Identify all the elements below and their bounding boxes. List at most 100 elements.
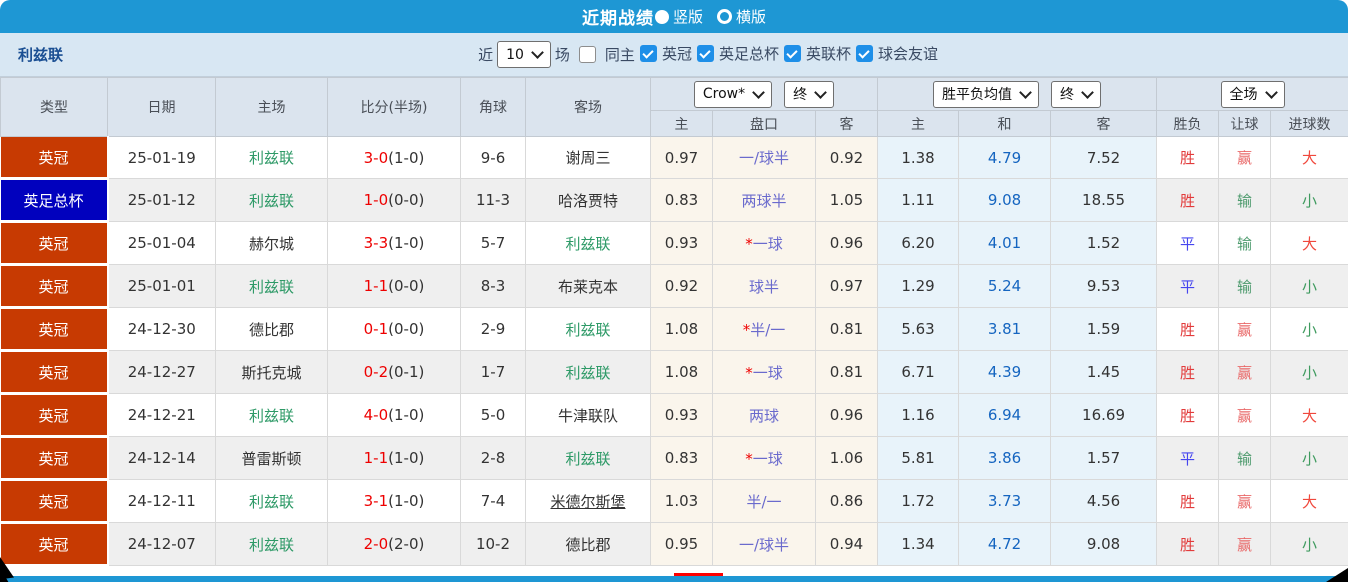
away-team-cell[interactable]: 牛津联队 xyxy=(526,394,651,437)
corners-cell: 1-7 xyxy=(461,351,526,394)
score-cell: 1-1(0-0) xyxy=(328,265,461,308)
goals-result-cell: 大 xyxy=(1271,222,1348,265)
corners-cell: 5-7 xyxy=(461,222,526,265)
handicap-line-cell: 两球 xyxy=(713,394,816,437)
home-team-cell[interactable]: 利兹联 xyxy=(216,394,328,437)
horizontal-layout-radio[interactable] xyxy=(717,9,732,24)
chevron-down-icon xyxy=(1265,86,1278,99)
league-label: 球会友谊 xyxy=(878,43,938,64)
filter-bar: 利兹联 近 10 场 同主 英冠英足总杯英联杯球会友谊 xyxy=(0,33,1348,77)
away-team-cell[interactable]: 德比郡 xyxy=(526,523,651,566)
away-team-cell[interactable]: 利兹联 xyxy=(526,222,651,265)
result-cell: 胜 xyxy=(1157,137,1219,179)
avg-time-select[interactable]: 终 xyxy=(1051,81,1101,108)
avg-home-odds-cell: 1.72 xyxy=(878,480,959,523)
date-cell: 24-12-30 xyxy=(108,308,216,351)
handicap-result-cell: 赢 xyxy=(1219,394,1271,437)
vertical-layout-label[interactable]: 竖版 xyxy=(673,6,703,27)
avg-home-odds-cell: 1.34 xyxy=(878,523,959,566)
corners-cell: 5-0 xyxy=(461,394,526,437)
goals-result-cell: 小 xyxy=(1271,308,1348,351)
league-checkbox[interactable] xyxy=(784,45,801,62)
away-team-cell[interactable]: 利兹联 xyxy=(526,437,651,480)
home-team-cell[interactable]: 利兹联 xyxy=(216,265,328,308)
avg-away-odds-cell: 7.52 xyxy=(1051,137,1157,179)
result-cell: 胜 xyxy=(1157,480,1219,523)
handicap-odds-group-header: Crow* 终 xyxy=(651,78,878,111)
home-team-cell[interactable]: 利兹联 xyxy=(216,137,328,179)
same-home-checkbox[interactable] xyxy=(579,46,596,63)
handicap-odds-away-cell: 0.97 xyxy=(816,265,878,308)
horizontal-layout-label[interactable]: 横版 xyxy=(736,6,766,27)
avg-odds-select[interactable]: 胜平负均值 xyxy=(933,81,1039,108)
match-count-select[interactable]: 10 xyxy=(497,41,551,68)
away-team-cell[interactable]: 利兹联 xyxy=(526,308,651,351)
handicap-result-cell: 赢 xyxy=(1219,308,1271,351)
handicap-result-cell: 赢 xyxy=(1219,137,1271,179)
subheader-odds-home: 主 xyxy=(651,111,713,137)
avg-home-odds-cell: 6.71 xyxy=(878,351,959,394)
col-header-corners: 角球 xyxy=(461,78,526,137)
subheader-odds-away: 客 xyxy=(816,111,878,137)
away-team-cell[interactable]: 米德尔斯堡 xyxy=(526,480,651,523)
score-cell: 3-3(1-0) xyxy=(328,222,461,265)
score-cell: 2-0(2-0) xyxy=(328,523,461,566)
vertical-layout-radio[interactable] xyxy=(655,10,669,24)
handicap-odds-away-cell: 0.96 xyxy=(816,394,878,437)
goals-result-cell: 大 xyxy=(1271,394,1348,437)
home-team-cell[interactable]: 利兹联 xyxy=(216,480,328,523)
avg-odds-group-header: 胜平负均值 终 xyxy=(878,78,1157,111)
home-team-cell[interactable]: 利兹联 xyxy=(216,523,328,566)
handicap-result-cell: 输 xyxy=(1219,437,1271,480)
date-cell: 24-12-21 xyxy=(108,394,216,437)
chevron-down-icon xyxy=(1081,86,1094,99)
result-cell: 平 xyxy=(1157,222,1219,265)
home-team-cell[interactable]: 斯托克城 xyxy=(216,351,328,394)
league-label: 英冠 xyxy=(662,43,692,64)
avg-away-odds-cell: 9.53 xyxy=(1051,265,1157,308)
league-checkbox[interactable] xyxy=(697,45,714,62)
result-cell: 胜 xyxy=(1157,394,1219,437)
avg-home-odds-cell: 1.38 xyxy=(878,137,959,179)
date-cell: 25-01-04 xyxy=(108,222,216,265)
handicap-odds-home-cell: 1.03 xyxy=(651,480,713,523)
away-team-cell[interactable]: 利兹联 xyxy=(526,351,651,394)
league-filter-item: 英联杯 xyxy=(783,43,855,64)
goals-result-cell: 大 xyxy=(1271,137,1348,179)
away-team-cell[interactable]: 谢周三 xyxy=(526,137,651,179)
table-row: 英冠25-01-04赫尔城3-3(1-0)5-7利兹联0.93*一球0.966.… xyxy=(1,222,1348,265)
avg-draw-odds-cell: 4.39 xyxy=(959,351,1051,394)
handicap-time-select[interactable]: 终 xyxy=(784,81,834,108)
subheader-avg-draw: 和 xyxy=(959,111,1051,137)
handicap-odds-away-cell: 0.92 xyxy=(816,137,878,179)
score-cell: 1-1(1-0) xyxy=(328,437,461,480)
table-row: 英冠24-12-14普雷斯顿1-1(1-0)2-8利兹联0.83*一球1.065… xyxy=(1,437,1348,480)
home-team-cell[interactable]: 普雷斯顿 xyxy=(216,437,328,480)
recent-results-panel: 近期战绩 竖版 横版 利兹联 近 10 场 同主 英冠英足总杯英联杯球会友谊 xyxy=(0,0,1348,582)
panel-title: 近期战绩 xyxy=(582,4,654,29)
away-team-cell[interactable]: 布莱克本 xyxy=(526,265,651,308)
handicap-line-cell: *半/一 xyxy=(713,308,816,351)
league-checkbox[interactable] xyxy=(856,45,873,62)
period-select[interactable]: 全场 xyxy=(1221,81,1285,108)
result-cell: 胜 xyxy=(1157,179,1219,222)
corners-cell: 7-4 xyxy=(461,480,526,523)
handicap-line-cell: 两球半 xyxy=(713,179,816,222)
home-team-cell[interactable]: 赫尔城 xyxy=(216,222,328,265)
league-label: 英足总杯 xyxy=(719,43,779,64)
home-team-cell[interactable]: 德比郡 xyxy=(216,308,328,351)
away-team-cell[interactable]: 哈洛贾特 xyxy=(526,179,651,222)
league-checkbox[interactable] xyxy=(640,45,657,62)
home-team-cell[interactable]: 利兹联 xyxy=(216,179,328,222)
league-filter-item: 英冠 xyxy=(639,43,696,64)
avg-away-odds-cell: 16.69 xyxy=(1051,394,1157,437)
handicap-odds-home-cell: 0.83 xyxy=(651,437,713,480)
handicap-odds-away-cell: 0.86 xyxy=(816,480,878,523)
filter-controls: 近 10 场 同主 英冠英足总杯英联杯球会友谊 xyxy=(474,41,942,68)
bookmaker-select[interactable]: Crow* xyxy=(694,81,772,108)
league-type-cell: 英足总杯 xyxy=(1,179,108,222)
games-label: 场 xyxy=(555,44,570,65)
subheader-avg-away: 客 xyxy=(1051,111,1157,137)
subheader-avg-home: 主 xyxy=(878,111,959,137)
handicap-odds-home-cell: 0.95 xyxy=(651,523,713,566)
